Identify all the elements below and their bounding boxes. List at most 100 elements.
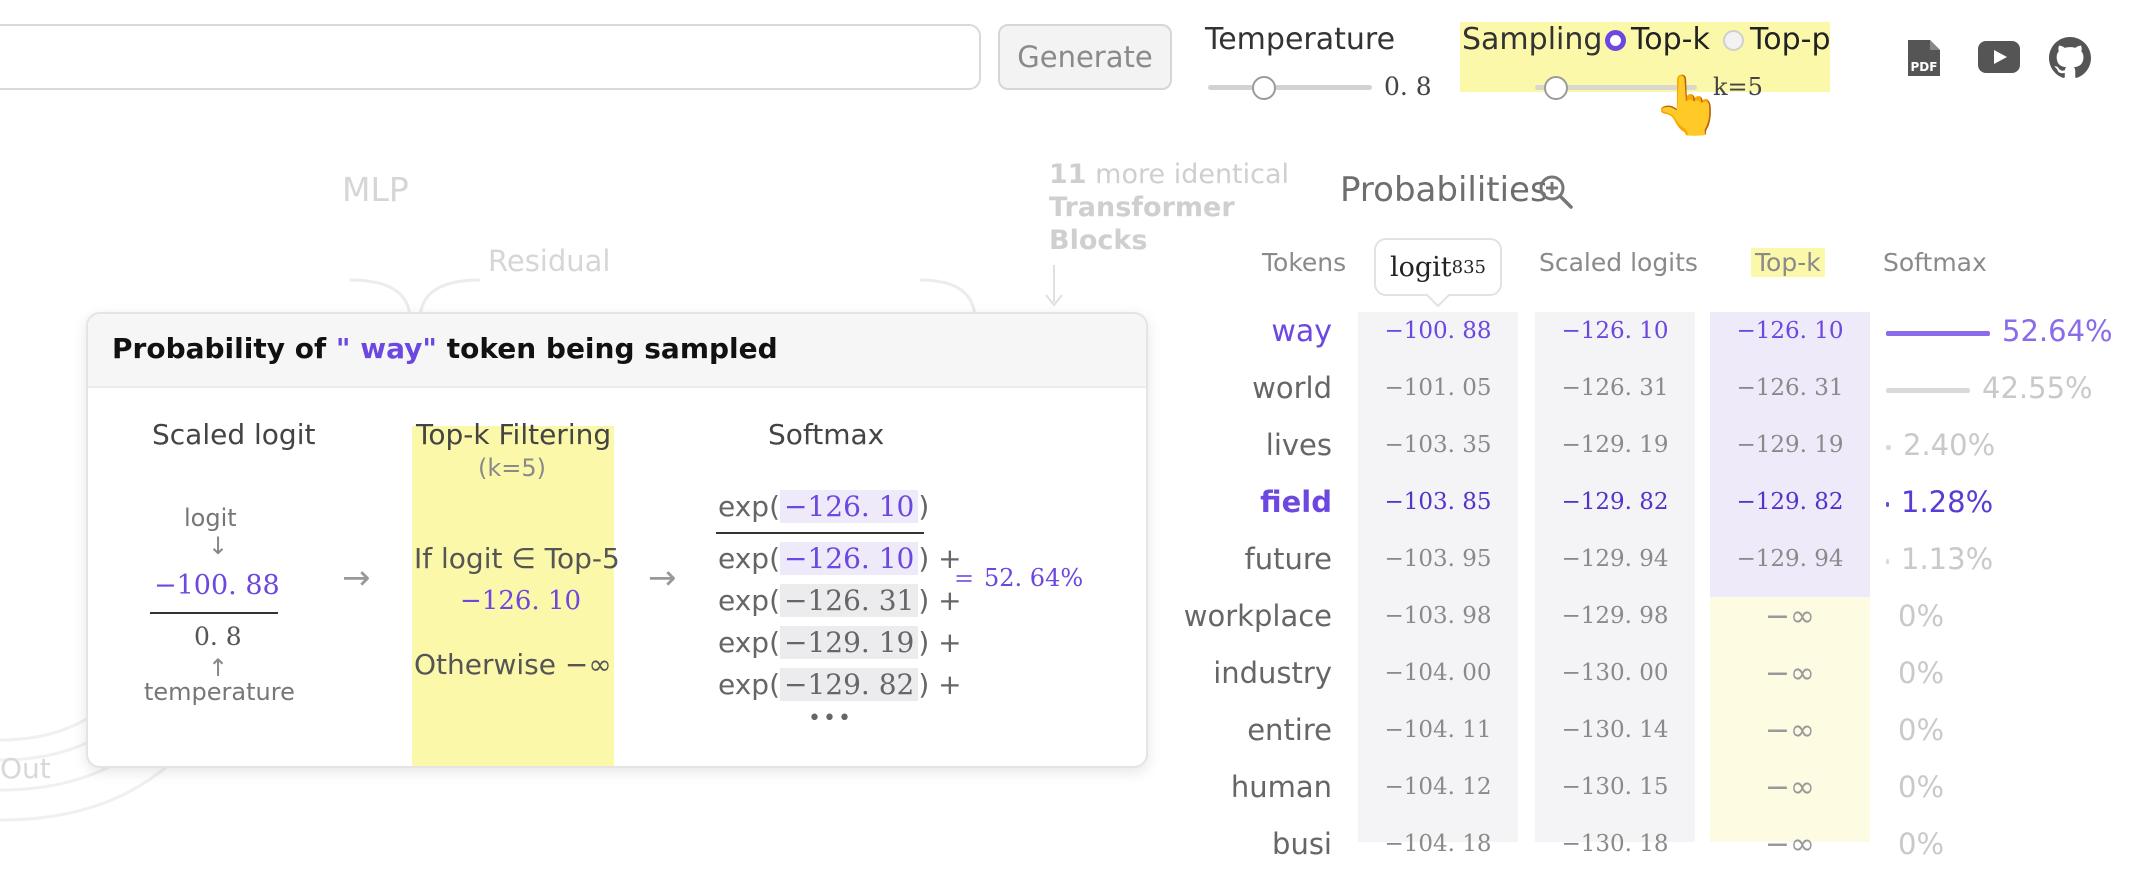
temperature-value: 0. 8 [1384, 72, 1432, 101]
prompt-input[interactable] [0, 24, 981, 90]
exp-func: exp( [718, 490, 781, 523]
logit-cell: −101. 05 [1384, 375, 1492, 401]
logit-label: logit [184, 504, 237, 532]
logit-cell: −103. 95 [1384, 546, 1492, 572]
exp-func: exp( [718, 668, 781, 701]
down-arrow: ↓ [208, 532, 229, 560]
exp-term-value: −126. 31 [780, 584, 919, 617]
token-label[interactable]: human [1231, 759, 1332, 816]
logit-value: −100. 88 [154, 570, 280, 601]
equals-sign: = [954, 564, 975, 592]
logit-cell: −103. 98 [1384, 603, 1492, 629]
logit-cell: −103. 35 [1384, 432, 1492, 458]
token-label[interactable]: industry [1213, 645, 1332, 702]
token-row[interactable]: busi −104. 18 −130. 18 −∞ 0% [0, 816, 2132, 873]
token-label[interactable]: lives [1266, 417, 1332, 474]
softmax-value: 1.13% [1901, 542, 1994, 576]
topk-cell: −126. 31 [1736, 375, 1844, 401]
scaled-logit-cell: −129. 19 [1561, 432, 1669, 458]
arrow-2: → [648, 558, 677, 598]
probabilities-title: Probabilities [1340, 170, 1548, 210]
exp-close-plus: ) + [918, 668, 962, 701]
temperature-label-card: temperature [144, 678, 295, 706]
k-slider-thumb[interactable] [1544, 76, 1568, 100]
topk-filter-else: Otherwise −∞ [414, 648, 612, 681]
softmax-value: 52.64% [2002, 314, 2113, 348]
exp-close: ) [918, 490, 930, 523]
topk-cell: −∞ [1764, 827, 1816, 862]
topk-cell: −126. 10 [1736, 318, 1844, 344]
probability-card: Probability of " way" token being sample… [86, 312, 1148, 768]
zoom-in-icon[interactable] [1538, 174, 1574, 214]
topk-filter-if-value: −126. 10 [460, 586, 582, 616]
logit-cell: −100. 88 [1384, 318, 1492, 344]
topk-cell: −∞ [1764, 770, 1816, 805]
scaled-logit-cell: −130. 00 [1561, 660, 1669, 686]
scaled-logit-cell: −126. 10 [1561, 318, 1669, 344]
scaled-logits-header: Scaled logits [1539, 248, 1698, 277]
pdf-icon[interactable]: PDF [1904, 38, 1944, 82]
probability-bar [1886, 331, 1990, 336]
logit-cell: −104. 00 [1384, 660, 1492, 686]
probability-bar [1886, 445, 1891, 450]
topk-cell: −∞ [1764, 656, 1816, 691]
token-label[interactable]: busi [1272, 816, 1332, 873]
exp-func: exp( [718, 542, 781, 575]
softmax-numerator: exp(−126. 10) [718, 490, 929, 523]
scaled-logit-cell: −129. 98 [1561, 603, 1669, 629]
logit-cell: −104. 18 [1384, 831, 1492, 857]
topk-option-label[interactable]: Top-k [1631, 22, 1710, 57]
fraction-bar [150, 612, 278, 614]
softmax-result: 52. 64% [984, 564, 1084, 592]
topp-radio[interactable] [1723, 30, 1744, 51]
card-title-token: " way" [335, 332, 437, 365]
scaled-logit-cell: −130. 18 [1561, 831, 1669, 857]
token-label[interactable]: world [1252, 360, 1332, 417]
scaled-logit-title: Scaled logit [152, 418, 316, 451]
logit-tooltip-subscript: 835 [1451, 256, 1487, 278]
temperature-label: Temperature [1205, 22, 1396, 57]
mlp-label: MLP [342, 170, 409, 209]
generate-button[interactable]: Generate [998, 24, 1172, 90]
logit-tooltip-label: logit [1389, 251, 1452, 283]
softmax-term: exp(−129. 82) + [718, 668, 962, 701]
softmax-value: 0% [1898, 770, 1945, 804]
temperature-slider[interactable] [1208, 85, 1372, 90]
topp-option-label[interactable]: Top-p [1750, 22, 1831, 57]
logit-cell: −103. 85 [1384, 489, 1492, 515]
topk-cell: −129. 82 [1736, 489, 1844, 515]
topk-cell: −∞ [1764, 713, 1816, 748]
github-icon[interactable] [2049, 37, 2091, 83]
softmax-value: 42.55% [1982, 371, 2093, 405]
youtube-icon[interactable] [1978, 41, 2020, 77]
probability-bar [1886, 559, 1889, 564]
scaled-logit-cell: −126. 31 [1561, 375, 1669, 401]
exp-func: exp( [718, 584, 781, 617]
probability-bar [1886, 388, 1970, 393]
topk-header: Top-k [1751, 248, 1825, 277]
topk-filter-k: (k=5) [478, 454, 547, 482]
tokens-header: Tokens [1262, 248, 1347, 277]
softmax-value: 0% [1898, 713, 1945, 747]
more-blocks-count: 11 [1049, 159, 1087, 190]
topk-cell: −∞ [1764, 599, 1816, 634]
token-label[interactable]: entire [1247, 702, 1332, 759]
temperature-value-card: 0. 8 [194, 622, 242, 651]
topk-radio[interactable] [1605, 30, 1626, 51]
card-title: Probability of " way" token being sample… [112, 332, 778, 365]
card-header: Probability of " way" token being sample… [88, 314, 1146, 388]
temperature-slider-thumb[interactable] [1252, 76, 1276, 100]
token-label[interactable]: workplace [1184, 588, 1332, 645]
token-label[interactable]: future [1245, 531, 1332, 588]
token-label[interactable]: field [1260, 474, 1332, 531]
exp-close-plus: ) + [918, 626, 962, 659]
more-blocks-label[interactable]: 11 more identical Transformer Blocks [1049, 158, 1289, 257]
softmax-term: exp(−126. 31) + [718, 584, 962, 617]
scaled-logit-cell: −129. 94 [1561, 546, 1669, 572]
more-blocks-line1: Transformer [1049, 192, 1235, 223]
arrow-1: → [342, 558, 371, 598]
exp-term-value: −129. 19 [780, 626, 919, 659]
token-label[interactable]: way [1271, 303, 1332, 360]
ellipsis: ••• [808, 706, 853, 731]
probability-bar [1886, 502, 1889, 507]
